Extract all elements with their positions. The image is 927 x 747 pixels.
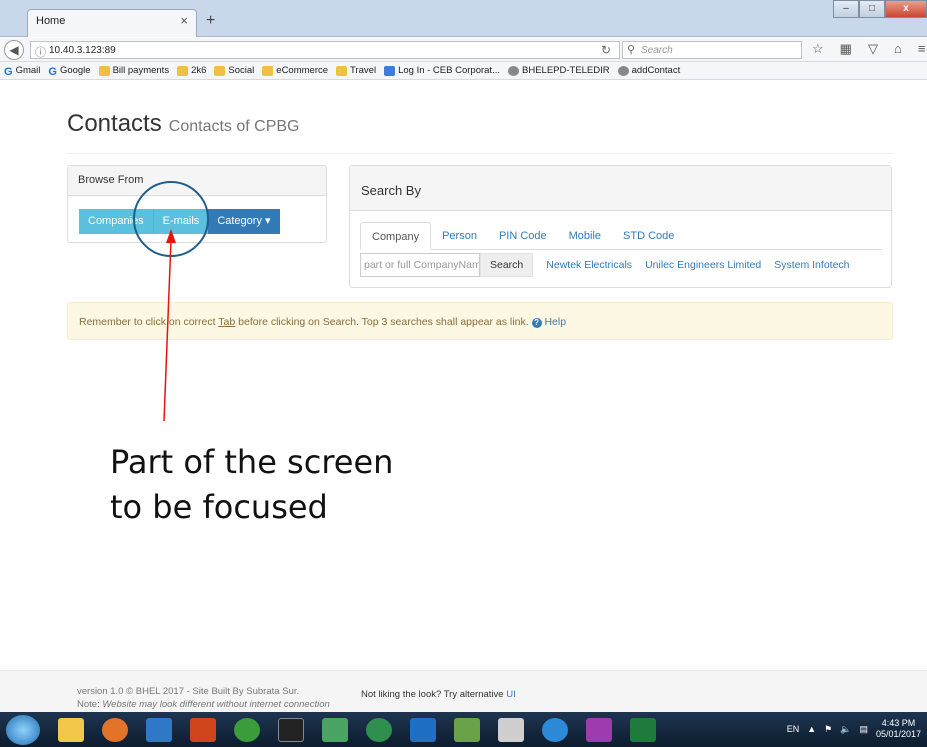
start-button[interactable] (6, 714, 40, 745)
footer-alt-text: Not liking the look? Try alternative (361, 689, 504, 700)
focus-arrow (163, 229, 176, 422)
git-icon[interactable] (190, 717, 216, 742)
file-explorer-icon[interactable] (58, 717, 84, 742)
annotation-line: to be focused (110, 488, 328, 526)
editor-icon[interactable] (454, 717, 480, 742)
language-indicator[interactable]: EN (787, 724, 800, 734)
sheet-app-icon[interactable] (322, 717, 348, 742)
annotation-text: Part of the screen to be focused (110, 440, 393, 530)
outlook-icon[interactable] (410, 717, 436, 742)
system-tray: EN ▲ ⚑ 🔈 ▤ 4:43 PM 05/01/2017 (787, 718, 921, 740)
firefox-icon[interactable] (102, 717, 128, 742)
tex-icon[interactable] (498, 717, 524, 742)
volume-icon[interactable]: 🔈 (840, 724, 851, 735)
ie-pinned-icon[interactable] (146, 717, 172, 742)
terminal-icon[interactable] (278, 717, 304, 742)
flag-icon[interactable]: ⚑ (824, 724, 832, 735)
clock-time: 4:43 PM (881, 718, 916, 728)
network-icon[interactable]: ▤ (859, 724, 868, 735)
clock-date: 05/01/2017 (875, 729, 921, 739)
clock[interactable]: 4:43 PM 05/01/2017 (876, 718, 921, 740)
hs-app-icon[interactable] (234, 717, 260, 742)
show-hidden-icons-icon[interactable]: ▲ (807, 724, 816, 734)
footer-alt: Not liking the look? Try alternative UI (361, 689, 516, 700)
footer-note-text: Website may look different without inter… (102, 699, 330, 710)
footer-version: version 1.0 © BHEL 2017 - Site Built By … (77, 686, 300, 697)
footer-note-label: Note: (77, 699, 100, 710)
footer-note: Note: Website may look different without… (77, 699, 330, 710)
annotation-line: Part of the screen (110, 443, 394, 481)
excel-icon[interactable] (630, 717, 656, 742)
windows-taskbar: EN ▲ ⚑ 🔈 ▤ 4:43 PM 05/01/2017 (0, 712, 927, 747)
android-studio-icon[interactable] (366, 717, 392, 742)
page-footer: version 1.0 © BHEL 2017 - Site Built By … (0, 670, 927, 712)
internet-explorer-icon[interactable] (542, 717, 568, 742)
onenote-icon[interactable] (586, 717, 612, 742)
alternative-ui-link[interactable]: UI (506, 689, 516, 700)
